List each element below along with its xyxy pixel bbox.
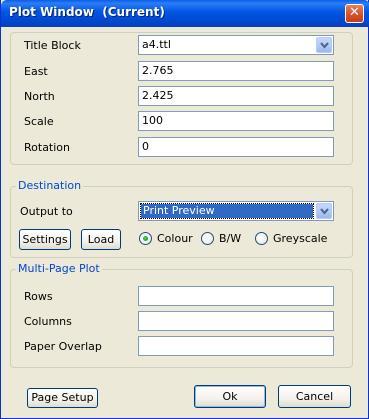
page-setup-button[interactable]: Page Setup xyxy=(27,388,98,408)
rows-label: Rows xyxy=(24,290,53,303)
title-block-dropdown-button[interactable] xyxy=(316,37,332,53)
output-to-dropdown-button[interactable] xyxy=(316,203,332,219)
greyscale-radio-circle xyxy=(255,232,268,245)
destination-legend: Destination xyxy=(16,179,84,192)
colour-radio[interactable]: Colour xyxy=(139,232,199,246)
colour-radio-circle xyxy=(139,232,152,245)
north-label: North xyxy=(24,90,55,103)
rows-field[interactable] xyxy=(138,286,334,306)
output-to-label: Output to xyxy=(20,205,73,218)
east-field[interactable]: 2.765 xyxy=(138,61,334,81)
greyscale-radio[interactable]: Greyscale xyxy=(255,232,335,246)
paper-overlap-label: Paper Overlap xyxy=(24,340,102,353)
cancel-button[interactable]: Cancel xyxy=(278,385,351,408)
east-label: East xyxy=(24,65,48,78)
colour-radio-label: Colour xyxy=(157,232,193,245)
radio-selected-dot xyxy=(143,236,148,241)
title-block-select[interactable]: a4.ttl xyxy=(138,35,334,55)
multi-page-legend: Multi-Page Plot xyxy=(16,262,102,275)
ok-button[interactable]: Ok xyxy=(194,385,266,408)
greyscale-radio-label: Greyscale xyxy=(273,232,328,245)
settings-button[interactable]: Settings xyxy=(19,229,71,250)
scale-field[interactable]: 100 xyxy=(138,111,334,131)
chevron-down-icon xyxy=(320,208,329,215)
north-field[interactable]: 2.425 xyxy=(138,86,334,106)
load-button[interactable]: Load xyxy=(81,229,121,250)
bw-radio-circle xyxy=(201,232,214,245)
bw-radio[interactable]: B/W xyxy=(201,232,251,246)
chevron-down-icon xyxy=(320,42,329,49)
plot-window: Plot Window (Current) ✕ Title Block a4.t… xyxy=(0,0,369,419)
rotation-field[interactable]: 0 xyxy=(138,137,334,157)
scale-label: Scale xyxy=(24,115,54,128)
columns-label: Columns xyxy=(24,315,72,328)
window-title: Plot Window (Current) xyxy=(9,5,165,19)
title-block-label: Title Block xyxy=(24,39,81,52)
rotation-label: Rotation xyxy=(24,141,71,154)
bw-radio-label: B/W xyxy=(219,232,242,245)
paper-overlap-field[interactable] xyxy=(138,336,334,356)
title-bar[interactable]: Plot Window (Current) ✕ xyxy=(1,0,369,27)
output-to-value: Print Preview xyxy=(140,203,314,219)
close-icon: ✕ xyxy=(349,5,360,20)
columns-field[interactable] xyxy=(138,311,334,331)
close-button[interactable]: ✕ xyxy=(345,4,364,23)
output-to-select[interactable]: Print Preview xyxy=(138,201,334,221)
title-block-value: a4.ttl xyxy=(142,38,171,51)
